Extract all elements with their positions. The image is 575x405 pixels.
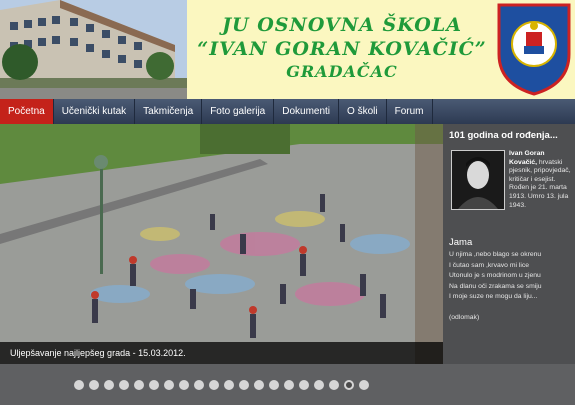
slider-dot[interactable] xyxy=(359,379,369,390)
slider-caption: Uljepšavanje najljepšeg grada - 15.03.20… xyxy=(0,342,443,364)
school-title-line1: JU OSNOVNA ŠKOLA xyxy=(222,14,462,36)
poem-line: Na dlanu oči zrakama se smiju xyxy=(449,282,542,290)
slider-dot[interactable] xyxy=(74,379,84,390)
main-nav: Početna Učenički kutak Takmičenja Foto g… xyxy=(0,99,575,124)
slider-dot[interactable] xyxy=(179,379,189,390)
nav-item-takmicenja[interactable]: Takmičenja xyxy=(135,99,203,124)
poem-line: U njima ,nebo blago se okrenu xyxy=(449,251,542,258)
slider-dot[interactable] xyxy=(254,379,264,390)
nav-item-o-skoli[interactable]: O školi xyxy=(339,99,387,124)
slider-dot[interactable] xyxy=(209,379,219,390)
slider-dot[interactable] xyxy=(119,379,129,390)
slider-dot[interactable] xyxy=(299,379,309,390)
nav-item-dokumenti[interactable]: Dokumenti xyxy=(274,99,340,124)
slider-pagination xyxy=(0,364,443,405)
slider-dot[interactable] xyxy=(164,379,174,390)
slider-dot[interactable] xyxy=(239,379,249,390)
school-building-photo xyxy=(0,0,187,99)
excerpt-note: (odlomak) xyxy=(449,314,480,321)
sidebar-title[interactable]: 101 godina od rođenja... xyxy=(449,130,558,141)
poem-line: I čutao sam ,krvavo mi lice xyxy=(449,261,530,269)
nav-item-foto-galerija[interactable]: Foto galerija xyxy=(202,99,275,124)
poet-bio: Ivan Goran Kovačić, hrvatski pjesnik, pr… xyxy=(509,150,573,210)
slider-dot[interactable] xyxy=(104,379,114,390)
sidebar-panel: 101 godina od rođenja... Ivan Goran Kova… xyxy=(443,124,575,364)
slider-dot[interactable] xyxy=(224,379,234,390)
nav-item-pocetna[interactable]: Početna xyxy=(0,99,54,124)
slider-dot[interactable] xyxy=(89,379,99,390)
slider-dot[interactable] xyxy=(194,379,204,390)
poem-text: U njima ,nebo blago se okrenu I čutao sa… xyxy=(449,250,573,303)
nav-item-ucenicki-kutak[interactable]: Učenički kutak xyxy=(54,99,136,124)
slider-dot[interactable] xyxy=(149,379,159,390)
school-crest-icon[interactable] xyxy=(496,2,572,96)
slider-dot[interactable] xyxy=(134,379,144,390)
school-title-line2: “IVAN GORAN KOVAČIĆ” xyxy=(197,38,487,60)
school-title-line3: GRADAČAC xyxy=(286,62,398,81)
slider-dot[interactable] xyxy=(284,379,294,390)
slider-dot[interactable] xyxy=(329,379,339,390)
slider-dot[interactable] xyxy=(314,379,324,390)
poet-bio-text: hrvatski pjesnik, pripovjedač, kritičar … xyxy=(509,158,571,209)
slider-dot[interactable] xyxy=(269,379,279,390)
site-header: JU OSNOVNA ŠKOLA “IVAN GORAN KOVAČIĆ” GR… xyxy=(0,0,575,99)
poem-title: Jama xyxy=(449,237,473,248)
nav-item-forum[interactable]: Forum xyxy=(387,99,433,124)
poem-line: Utonulo je s modrinom u zjenu xyxy=(449,272,541,279)
slider-image[interactable] xyxy=(0,124,443,364)
poem-line: I moje suze ne mogu da liju... xyxy=(449,293,538,300)
poet-portrait xyxy=(451,150,505,210)
slider-dot[interactable] xyxy=(344,379,354,390)
